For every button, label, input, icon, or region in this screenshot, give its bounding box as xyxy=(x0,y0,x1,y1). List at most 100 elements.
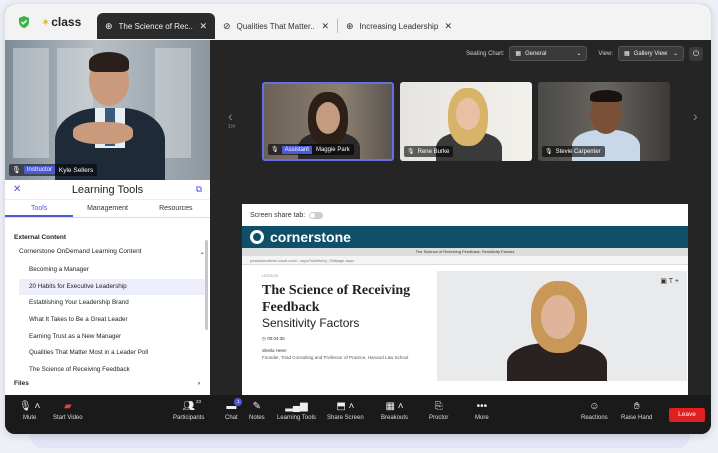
participant-name: Stevie Carpenter xyxy=(555,148,601,155)
provider-label: Cornerstone OnDemand Learning Content xyxy=(19,248,142,255)
participant-tile[interactable]: 🎙 Rene Burke xyxy=(400,82,532,161)
shared-screen[interactable]: Screen share tab: cornerstone The Scienc… xyxy=(242,204,688,395)
participant-name: Maggie Park xyxy=(315,146,350,153)
instructor-video[interactable]: 🎙 Instructor Kyle Sellers xyxy=(5,40,210,180)
breakouts-button[interactable]: ▦ ˄ Breakouts xyxy=(381,401,408,421)
logo-text: class xyxy=(51,15,82,29)
scrollbar[interactable] xyxy=(205,240,208,330)
participant-name-tag: 🎙 Assistant Maggie Park xyxy=(268,144,354,155)
role-badge: Assistant xyxy=(281,145,312,154)
hand-icon: ✋︎ xyxy=(633,401,640,412)
gallery-prev-button[interactable]: ‹ 1/4 xyxy=(228,108,235,130)
view-value: Gallery View xyxy=(633,50,668,57)
text-size-icon[interactable]: T xyxy=(669,278,673,285)
section-external-content: External Content xyxy=(14,234,67,241)
chevron-right-icon: › xyxy=(693,108,698,124)
more-icon: ••• xyxy=(476,401,488,412)
course-content: LESSON The Science of Receiving Feedback… xyxy=(242,265,688,395)
list-item[interactable]: Earning Trust as a New Manager xyxy=(19,329,205,346)
reactions-button[interactable]: ☺ Reactions xyxy=(581,401,608,421)
chat-label: Chat xyxy=(225,415,238,421)
tab-qualities-that-matter[interactable]: ⊘ Qualities That Matter... ✕ xyxy=(215,13,337,39)
chat-button[interactable]: ▬ 1 Chat xyxy=(225,398,243,421)
raise-hand-button[interactable]: ✋︎ Raise Hand xyxy=(621,401,652,421)
close-icon[interactable]: ✕ xyxy=(444,21,452,32)
view-label: View: xyxy=(598,50,613,57)
breakouts-label: Breakouts xyxy=(381,415,409,421)
share-screen-button[interactable]: ⬒ ˄ Share Screen xyxy=(327,401,364,421)
proctor-button[interactable]: ⎘ Proctor xyxy=(429,401,448,421)
video-controls[interactable]: ▣ T + xyxy=(660,277,679,285)
meeting-toolbar: 🎙︎ ˄ Mute ▰ Start Video 👥︎ 23 Participant… xyxy=(5,395,711,434)
participants-count: 23 xyxy=(196,399,202,404)
mute-button[interactable]: 🎙︎ ˄ Mute xyxy=(19,401,40,421)
captions-icon[interactable]: ▣ xyxy=(660,278,667,285)
tab-label: The Science of Rec... xyxy=(118,21,194,31)
tab-label: Increasing Leadership... xyxy=(359,21,439,31)
view-select[interactable]: ▦ Gallery View ⌄ xyxy=(618,46,684,61)
leave-button[interactable]: Leave xyxy=(669,408,705,422)
course-video[interactable]: ▣ T + xyxy=(437,271,687,381)
list-item[interactable]: What It Takes to Be a Great Leader xyxy=(19,312,205,329)
globe-icon: ⊕ xyxy=(105,20,113,31)
tab-science-of-receiving[interactable]: ⊕ The Science of Rec... ✕ xyxy=(97,13,215,39)
close-icon[interactable]: ✕ xyxy=(199,21,207,32)
window-pane xyxy=(13,48,49,158)
browser-tab-bar: ✶ class ⊕ The Science of Rec... ✕ ⊘ Qual… xyxy=(5,4,711,40)
proctor-label: Proctor xyxy=(429,415,449,421)
more-button[interactable]: ••• More xyxy=(475,401,489,421)
files-section[interactable]: Files › xyxy=(14,380,200,387)
app-logo[interactable]: ✶ class xyxy=(41,15,97,29)
notes-button[interactable]: ✎ Notes xyxy=(249,401,265,421)
seating-chart-select[interactable]: ▦ General ⌄ xyxy=(509,46,588,61)
grid-icon: ▦ xyxy=(624,51,630,57)
power-icon[interactable]: ⏻ xyxy=(689,46,703,61)
learning-tools-button[interactable]: ▂▄▆ Learning Tools xyxy=(277,401,316,421)
gallery-next-button[interactable]: › xyxy=(693,108,698,124)
mic-icon: 🎙 xyxy=(407,149,415,155)
tab-management[interactable]: Management xyxy=(73,200,141,217)
files-label: Files xyxy=(14,380,29,387)
chevron-down-icon: ⌄ xyxy=(672,51,678,57)
proctor-icon: ⎘ xyxy=(434,401,443,412)
main-stage: Seating Chart: ▦ General ⌄ View: ▦ Galle… xyxy=(210,40,711,395)
reactions-label: Reactions xyxy=(581,415,608,421)
left-panel: 🎙 Instructor Kyle Sellers ✕ Learning Too… xyxy=(5,40,210,395)
start-video-button[interactable]: ▰ Start Video xyxy=(53,401,83,421)
list-item[interactable]: Becoming a Manager xyxy=(19,262,205,279)
provider-dropdown[interactable]: Cornerstone OnDemand Learning Content ⌄ xyxy=(19,248,205,256)
chevron-down-icon: ⌄ xyxy=(576,51,582,57)
close-icon[interactable]: ✕ xyxy=(13,184,21,195)
screen-share-tab-toggle[interactable] xyxy=(309,211,324,219)
notes-label: Notes xyxy=(249,415,265,421)
zoom-in-icon[interactable]: + xyxy=(675,278,679,285)
participants-button[interactable]: 👥︎ 23 Participants xyxy=(173,399,204,421)
participant-tile[interactable]: 🎙 Assistant Maggie Park xyxy=(262,82,394,161)
tab-resources[interactable]: Resources xyxy=(142,200,210,217)
instructor-name-tag: 🎙 Instructor Kyle Sellers xyxy=(9,164,98,176)
list-item[interactable]: The Science of Receiving Feedback xyxy=(19,362,205,379)
notes-icon: ✎ xyxy=(252,401,262,412)
tab-tools[interactable]: Tools xyxy=(5,200,74,217)
shared-url: pearsoleadersh.csod.com/...aspx?ndeliver… xyxy=(242,256,688,265)
screen-share-tab-label: Screen share tab: xyxy=(250,211,306,219)
list-item[interactable]: Establishing Your Leadership Brand xyxy=(19,295,205,312)
mic-icon: 🎙 xyxy=(545,149,553,155)
pop-out-icon[interactable]: ⧉ xyxy=(196,184,202,195)
tab-increasing-leadership[interactable]: ⊕ Increasing Leadership... ✕ xyxy=(338,13,460,39)
participant-tile[interactable]: 🎙 Stevie Carpenter xyxy=(538,82,670,161)
video-off-icon: ▰ xyxy=(63,401,72,412)
learning-tools-label: Learning Tools xyxy=(277,415,316,421)
bar-chart-icon: ▂▄▆ xyxy=(285,401,308,412)
shield-check-icon xyxy=(19,16,29,28)
mic-icon: 🎙 xyxy=(12,167,21,174)
mute-label: Mute xyxy=(22,415,37,421)
list-item[interactable]: 20 Habits for Executive Leadership xyxy=(19,278,205,296)
globe-icon: ⊕ xyxy=(346,20,354,31)
share-screen-label: Share Screen xyxy=(327,415,364,421)
close-icon[interactable]: ✕ xyxy=(321,21,329,32)
list-item[interactable]: Qualities That Matter Most in a Leader P… xyxy=(19,345,205,362)
course-affiliation: Founder, Triad Consulting and Professor … xyxy=(262,355,409,360)
share-screen-icon: ⬒ ˄ xyxy=(336,401,355,412)
reactions-icon: ☺ xyxy=(589,401,600,412)
